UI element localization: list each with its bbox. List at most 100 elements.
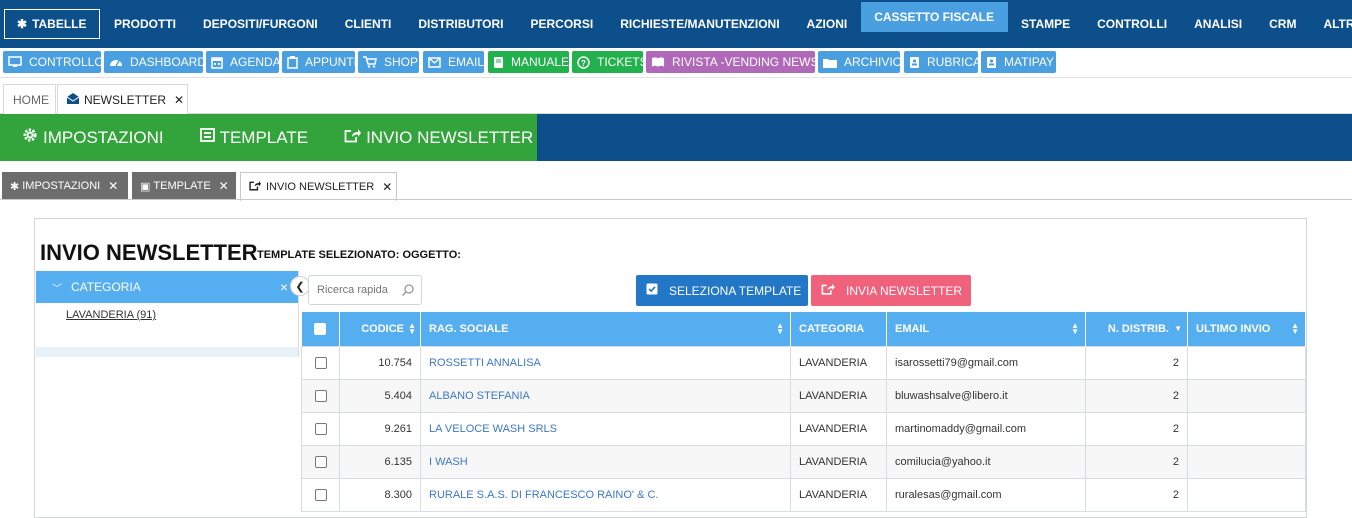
sort-icon: ▲ ▼ bbox=[1071, 321, 1079, 336]
nav-depositi-furgoni[interactable]: DEPOSITI/FURGONI bbox=[190, 0, 332, 48]
nav-richieste-manutenzioni[interactable]: RICHIESTE/MANUTENZIONI bbox=[607, 0, 793, 48]
category-header-label: CATEGORIA bbox=[71, 280, 141, 294]
row-select-cell bbox=[301, 411, 340, 446]
nav-label: PERCORSI bbox=[530, 17, 594, 31]
table-row[interactable]: 10.754 ROSSETTI ANNALISA LAVANDERIA isar… bbox=[301, 345, 1306, 380]
nav-clienti[interactable]: CLIENTI bbox=[331, 0, 405, 48]
column-header-rag-sociale[interactable]: RAG. SOCIALE ▲ ▼ bbox=[420, 312, 791, 346]
shortcut-label: MATIPAY bbox=[1004, 55, 1055, 69]
module-template[interactable]: TEMPLATE bbox=[199, 128, 308, 148]
category-header[interactable]: ﹀ CATEGORIA × bbox=[36, 271, 298, 303]
nav-percorsi[interactable]: PERCORSI bbox=[517, 0, 607, 48]
cell-ultimo-invio bbox=[1187, 444, 1306, 479]
cell-rag-sociale[interactable]: LA VELOCE WASH SRLS bbox=[420, 411, 791, 446]
close-icon[interactable]: ✕ bbox=[174, 93, 184, 107]
send-newsletter-button[interactable]: INVIA NEWSLETTER bbox=[811, 275, 971, 306]
shortcut-manuale[interactable]: MANUALE bbox=[488, 51, 569, 73]
shortcut-controllo[interactable]: CONTROLLO bbox=[3, 51, 104, 73]
page-title: INVIO NEWSLETTER bbox=[40, 240, 258, 265]
nav-label: CONTROLLI bbox=[1097, 17, 1168, 31]
sort-desc-icon: ▼ bbox=[1174, 324, 1182, 333]
shortcut-matipay[interactable]: MATIPAY bbox=[981, 51, 1056, 73]
shortcut-archivio[interactable]: ARCHIVIO bbox=[818, 51, 902, 73]
search-icon[interactable] bbox=[401, 283, 415, 300]
module-impostazioni[interactable]: IMPOSTAZIONI bbox=[22, 127, 164, 148]
cell-rag-sociale[interactable]: I WASH bbox=[420, 444, 791, 479]
shortcut-appunti[interactable]: APPUNTI bbox=[282, 51, 358, 73]
subtab-impostazioni[interactable]: ✱ IMPOSTAZIONI ✕ bbox=[2, 172, 128, 200]
category-item[interactable]: LAVANDERIA (91) bbox=[36, 303, 298, 347]
cell-email: martinomaddy@gmail.com bbox=[886, 411, 1086, 446]
quick-search bbox=[308, 275, 422, 305]
close-icon[interactable]: ✕ bbox=[382, 180, 392, 194]
row-checkbox[interactable] bbox=[314, 422, 327, 435]
cell-n-distrib: 2 bbox=[1085, 345, 1188, 380]
shortcut-email[interactable]: EMAIL bbox=[423, 51, 484, 73]
cell-rag-sociale[interactable]: ROSSETTI ANNALISA bbox=[420, 345, 791, 380]
column-header-codice[interactable]: CODICE ▲ ▼ bbox=[339, 312, 421, 346]
select-template-button[interactable]: SELEZIONA TEMPLATE bbox=[636, 275, 808, 306]
nav-stampe[interactable]: STAMPE bbox=[1008, 0, 1084, 48]
shortcut-label: CONTROLLO bbox=[29, 55, 104, 69]
shortcut-label: APPUNTI bbox=[305, 55, 358, 69]
nav-distributori[interactable]: DISTRIBUTORI bbox=[405, 0, 517, 48]
subtab-label: INVIO NEWSLETTER bbox=[266, 181, 375, 193]
tab-newsletter[interactable]: NEWSLETTER ✕ bbox=[57, 84, 188, 114]
shortcut-shop[interactable]: SHOP bbox=[358, 51, 419, 73]
cell-email: bluwashsalve@libero.it bbox=[886, 378, 1086, 413]
cell-ultimo-invio bbox=[1187, 477, 1306, 512]
shortcut-rubrica[interactable]: RUBRICA bbox=[904, 51, 981, 73]
close-icon[interactable]: × bbox=[280, 279, 288, 295]
gear-icon: ✱ bbox=[17, 17, 28, 31]
nav-label: DISTRIBUTORI bbox=[418, 17, 504, 31]
table-row[interactable]: 6.135 I WASH LAVANDERIA comilucia@yahoo.… bbox=[301, 444, 1306, 479]
table-row[interactable]: 5.404 ALBANO STEFANIA LAVANDERIA bluwash… bbox=[301, 378, 1306, 413]
gear-icon bbox=[22, 127, 38, 148]
select-all-checkbox[interactable] bbox=[314, 322, 327, 335]
nav-label: CLIENTI bbox=[344, 17, 392, 31]
cell-rag-sociale[interactable]: ALBANO STEFANIA bbox=[420, 378, 791, 413]
shortcut-rivista[interactable]: RIVISTA -VENDING NEWS- bbox=[646, 51, 822, 73]
column-label: N. DISTRIB. bbox=[1107, 322, 1169, 335]
shortcut-label: TICKETS bbox=[597, 55, 648, 69]
table-row[interactable]: 8.300 RURALE S.A.S. DI FRANCESCO RAINO' … bbox=[301, 477, 1306, 512]
row-select-cell bbox=[301, 378, 340, 413]
nav-cassetto-fiscale[interactable]: CASSETTO FISCALE bbox=[860, 2, 1008, 32]
nav-azioni[interactable]: AZIONI bbox=[793, 0, 861, 48]
nav-altro[interactable]: ALTRO bbox=[1310, 0, 1352, 48]
cell-rag-sociale[interactable]: RURALE S.A.S. DI FRANCESCO RAINO' & C. bbox=[420, 477, 791, 512]
close-icon[interactable]: ✕ bbox=[219, 179, 229, 193]
subtab-invio-newsletter[interactable]: INVIO NEWSLETTER ✕ bbox=[240, 172, 397, 201]
nav-label: CRM bbox=[1269, 17, 1297, 31]
subtab-label: TEMPLATE bbox=[153, 180, 211, 192]
cell-codice: 6.135 bbox=[339, 444, 421, 479]
nav-prodotti[interactable]: PRODOTTI bbox=[101, 0, 190, 48]
collapse-panel-button[interactable]: ❮ bbox=[290, 276, 310, 296]
nav-controlli[interactable]: CONTROLLI bbox=[1084, 0, 1181, 48]
column-header-n-distrib[interactable]: N. DISTRIB. ▼ bbox=[1085, 312, 1188, 346]
sort-icon: ▲ ▼ bbox=[1291, 321, 1299, 336]
column-header-categoria[interactable]: CATEGORIA bbox=[790, 312, 887, 346]
shortcut-bar: CONTROLLO DASHBOARD AGENDA APPUNTI SHOP … bbox=[0, 48, 1352, 78]
cell-email: isarossetti79@gmail.com bbox=[886, 345, 1086, 380]
row-checkbox[interactable] bbox=[314, 488, 327, 501]
row-checkbox[interactable] bbox=[314, 389, 327, 402]
nav-analisi[interactable]: ANALISI bbox=[1181, 0, 1256, 48]
shortcut-agenda[interactable]: AGENDA bbox=[206, 51, 281, 73]
close-icon[interactable]: ✕ bbox=[108, 179, 118, 193]
nav-tabelle[interactable]: ✱ TABELLE bbox=[4, 9, 100, 39]
tab-home[interactable]: HOME bbox=[3, 84, 56, 114]
shortcut-dashboard[interactable]: DASHBOARD bbox=[104, 51, 206, 73]
select-all-cell bbox=[301, 312, 340, 346]
row-checkbox[interactable] bbox=[314, 356, 327, 369]
open-book-icon bbox=[651, 55, 665, 69]
search-input[interactable] bbox=[317, 284, 401, 296]
subtab-template[interactable]: ▣ TEMPLATE ✕ bbox=[132, 172, 236, 200]
column-header-email[interactable]: EMAIL ▲ ▼ bbox=[886, 312, 1086, 346]
shortcut-tickets[interactable]: ? TICKETS bbox=[572, 51, 648, 73]
column-header-ultimo-invio[interactable]: ULTIMO INVIO ▲ ▼ bbox=[1187, 312, 1306, 346]
module-invio-newsletter[interactable]: INVIO NEWSLETTER bbox=[344, 128, 533, 148]
table-row[interactable]: 9.261 LA VELOCE WASH SRLS LAVANDERIA mar… bbox=[301, 411, 1306, 446]
nav-crm[interactable]: CRM bbox=[1256, 0, 1310, 48]
row-checkbox[interactable] bbox=[314, 455, 327, 468]
